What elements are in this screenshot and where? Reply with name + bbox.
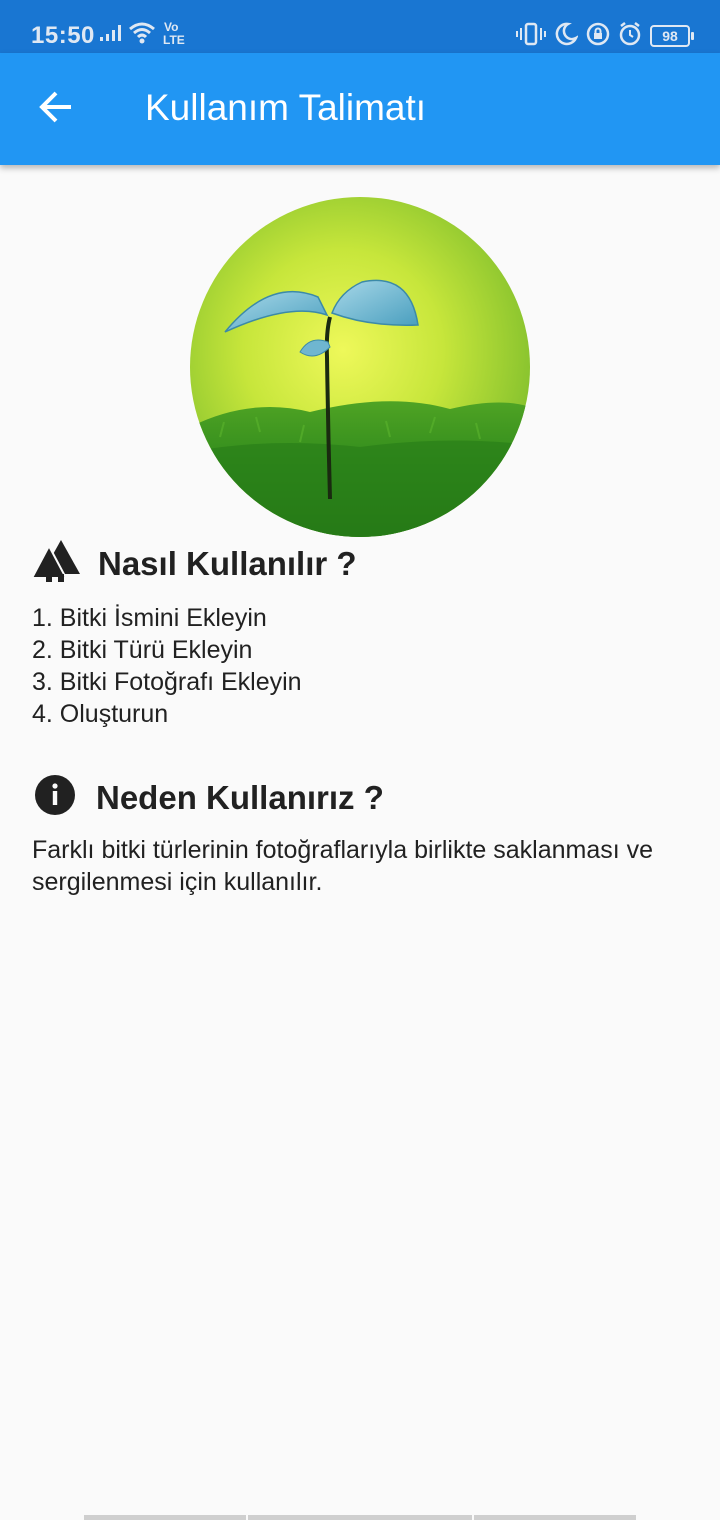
steps-list: 1. Bitki İsmini Ekleyin 2. Bitki Türü Ek… (32, 602, 302, 730)
why-description: Farklı bitki türlerinin fotoğraflarıyla … (32, 836, 654, 896)
nav-indicator (84, 1515, 246, 1520)
trees-icon (30, 538, 80, 589)
back-button[interactable] (26, 83, 86, 135)
step-item: 4. Oluşturun (32, 700, 169, 728)
svg-text:Vo: Vo (164, 20, 178, 34)
nav-indicator (248, 1515, 472, 1520)
step-item: 3. Bitki Fotoğrafı Ekleyin (32, 668, 302, 696)
step-item: 1. Bitki İsmini Ekleyin (32, 604, 267, 632)
app-bar: Kullanım Talimatı (0, 53, 720, 165)
alarm-icon (618, 21, 642, 51)
how-to-header: Nasıl Kullanılır ? (30, 538, 357, 589)
vibrate-icon (516, 22, 546, 51)
lock-rotation-icon (586, 22, 610, 51)
moon-icon (554, 22, 579, 51)
why-title: Neden Kullanırız ? (96, 778, 384, 816)
volte-icon: Vo LTE (162, 20, 190, 51)
status-bar: 15:50 Vo LTE 98 (0, 0, 720, 53)
svg-text:LTE: LTE (163, 33, 185, 46)
step-item: 2. Bitki Türü Ekleyin (32, 636, 253, 664)
why-header: Neden Kullanırız ? (32, 772, 384, 823)
battery-icon: 98 (650, 25, 694, 47)
signal-icon (98, 23, 122, 48)
page-title: Kullanım Talimatı (145, 87, 427, 128)
info-icon (32, 772, 78, 823)
status-time: 15:50 (31, 22, 95, 49)
plant-image (190, 197, 530, 537)
wifi-icon (128, 22, 156, 49)
nav-indicator (474, 1515, 636, 1520)
arrow-back-icon (38, 89, 74, 130)
how-to-title: Nasıl Kullanılır ? (98, 544, 357, 582)
